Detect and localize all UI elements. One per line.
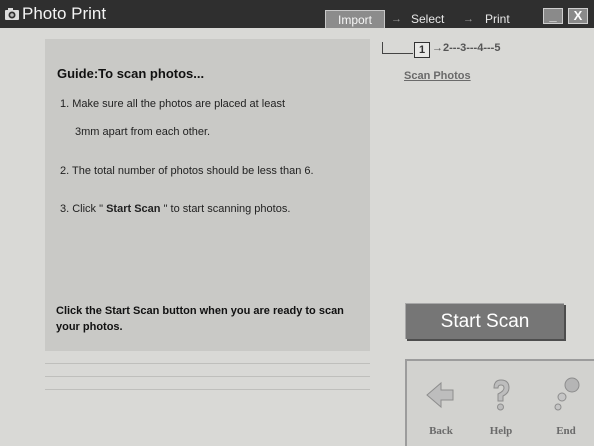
end-button[interactable]: End (542, 361, 590, 445)
tab-import[interactable]: Import (325, 10, 385, 28)
question-mark-icon (493, 379, 510, 411)
camera-icon (5, 8, 19, 20)
tab-select[interactable]: Select (411, 10, 444, 28)
guide-title: Guide:To scan photos... (57, 66, 205, 81)
navigation-panel: Back Help End (405, 359, 594, 446)
back-button[interactable]: Back (417, 361, 465, 445)
ready-note: Click the Start Scan button when you are… (56, 305, 344, 333)
back-label: Back (429, 425, 453, 437)
remaining-steps: →2---3---4---5 (432, 42, 501, 54)
guide-step-3-suffix: " to start scanning photos. (160, 203, 291, 215)
close-button[interactable]: X (568, 8, 588, 24)
guide-step-3-bold: Start Scan (106, 203, 161, 215)
tab-print[interactable]: Print (485, 10, 510, 28)
help-label: Help (489, 425, 513, 437)
end-spheres-icon (554, 377, 580, 411)
help-button[interactable]: Help (477, 361, 525, 445)
guide-step-1: 1. Make sure all the photos are placed a… (60, 98, 286, 110)
window-title: Photo Print (22, 4, 107, 23)
guide-step-2: 2. The total number of photos should be … (60, 165, 314, 177)
guide-step-1-cont: 3mm apart from each other. (75, 126, 211, 138)
panel-divider-lines (45, 351, 370, 401)
photo-print-window: Photo Print Import → Select → Print _ X … (0, 0, 594, 446)
step-indicator: 1 →2---3---4---5 (382, 42, 542, 62)
arrow-icon: → (391, 13, 402, 25)
minimize-button[interactable]: _ (543, 8, 563, 24)
guide-step-3-prefix: 3. Click " (60, 203, 107, 215)
title-bar[interactable]: Photo Print Import → Select → Print _ X (0, 0, 594, 28)
current-step: 1 (414, 42, 430, 58)
back-arrow-icon (426, 381, 454, 409)
start-scan-button[interactable]: Start Scan (405, 303, 564, 339)
arrow-icon: → (463, 13, 474, 25)
step-bracket (382, 42, 413, 54)
guide-step-3: 3. Click " Start Scan " to start scannin… (60, 203, 290, 215)
end-label: End (556, 425, 576, 437)
scan-photos-link[interactable]: Scan Photos (404, 70, 471, 82)
